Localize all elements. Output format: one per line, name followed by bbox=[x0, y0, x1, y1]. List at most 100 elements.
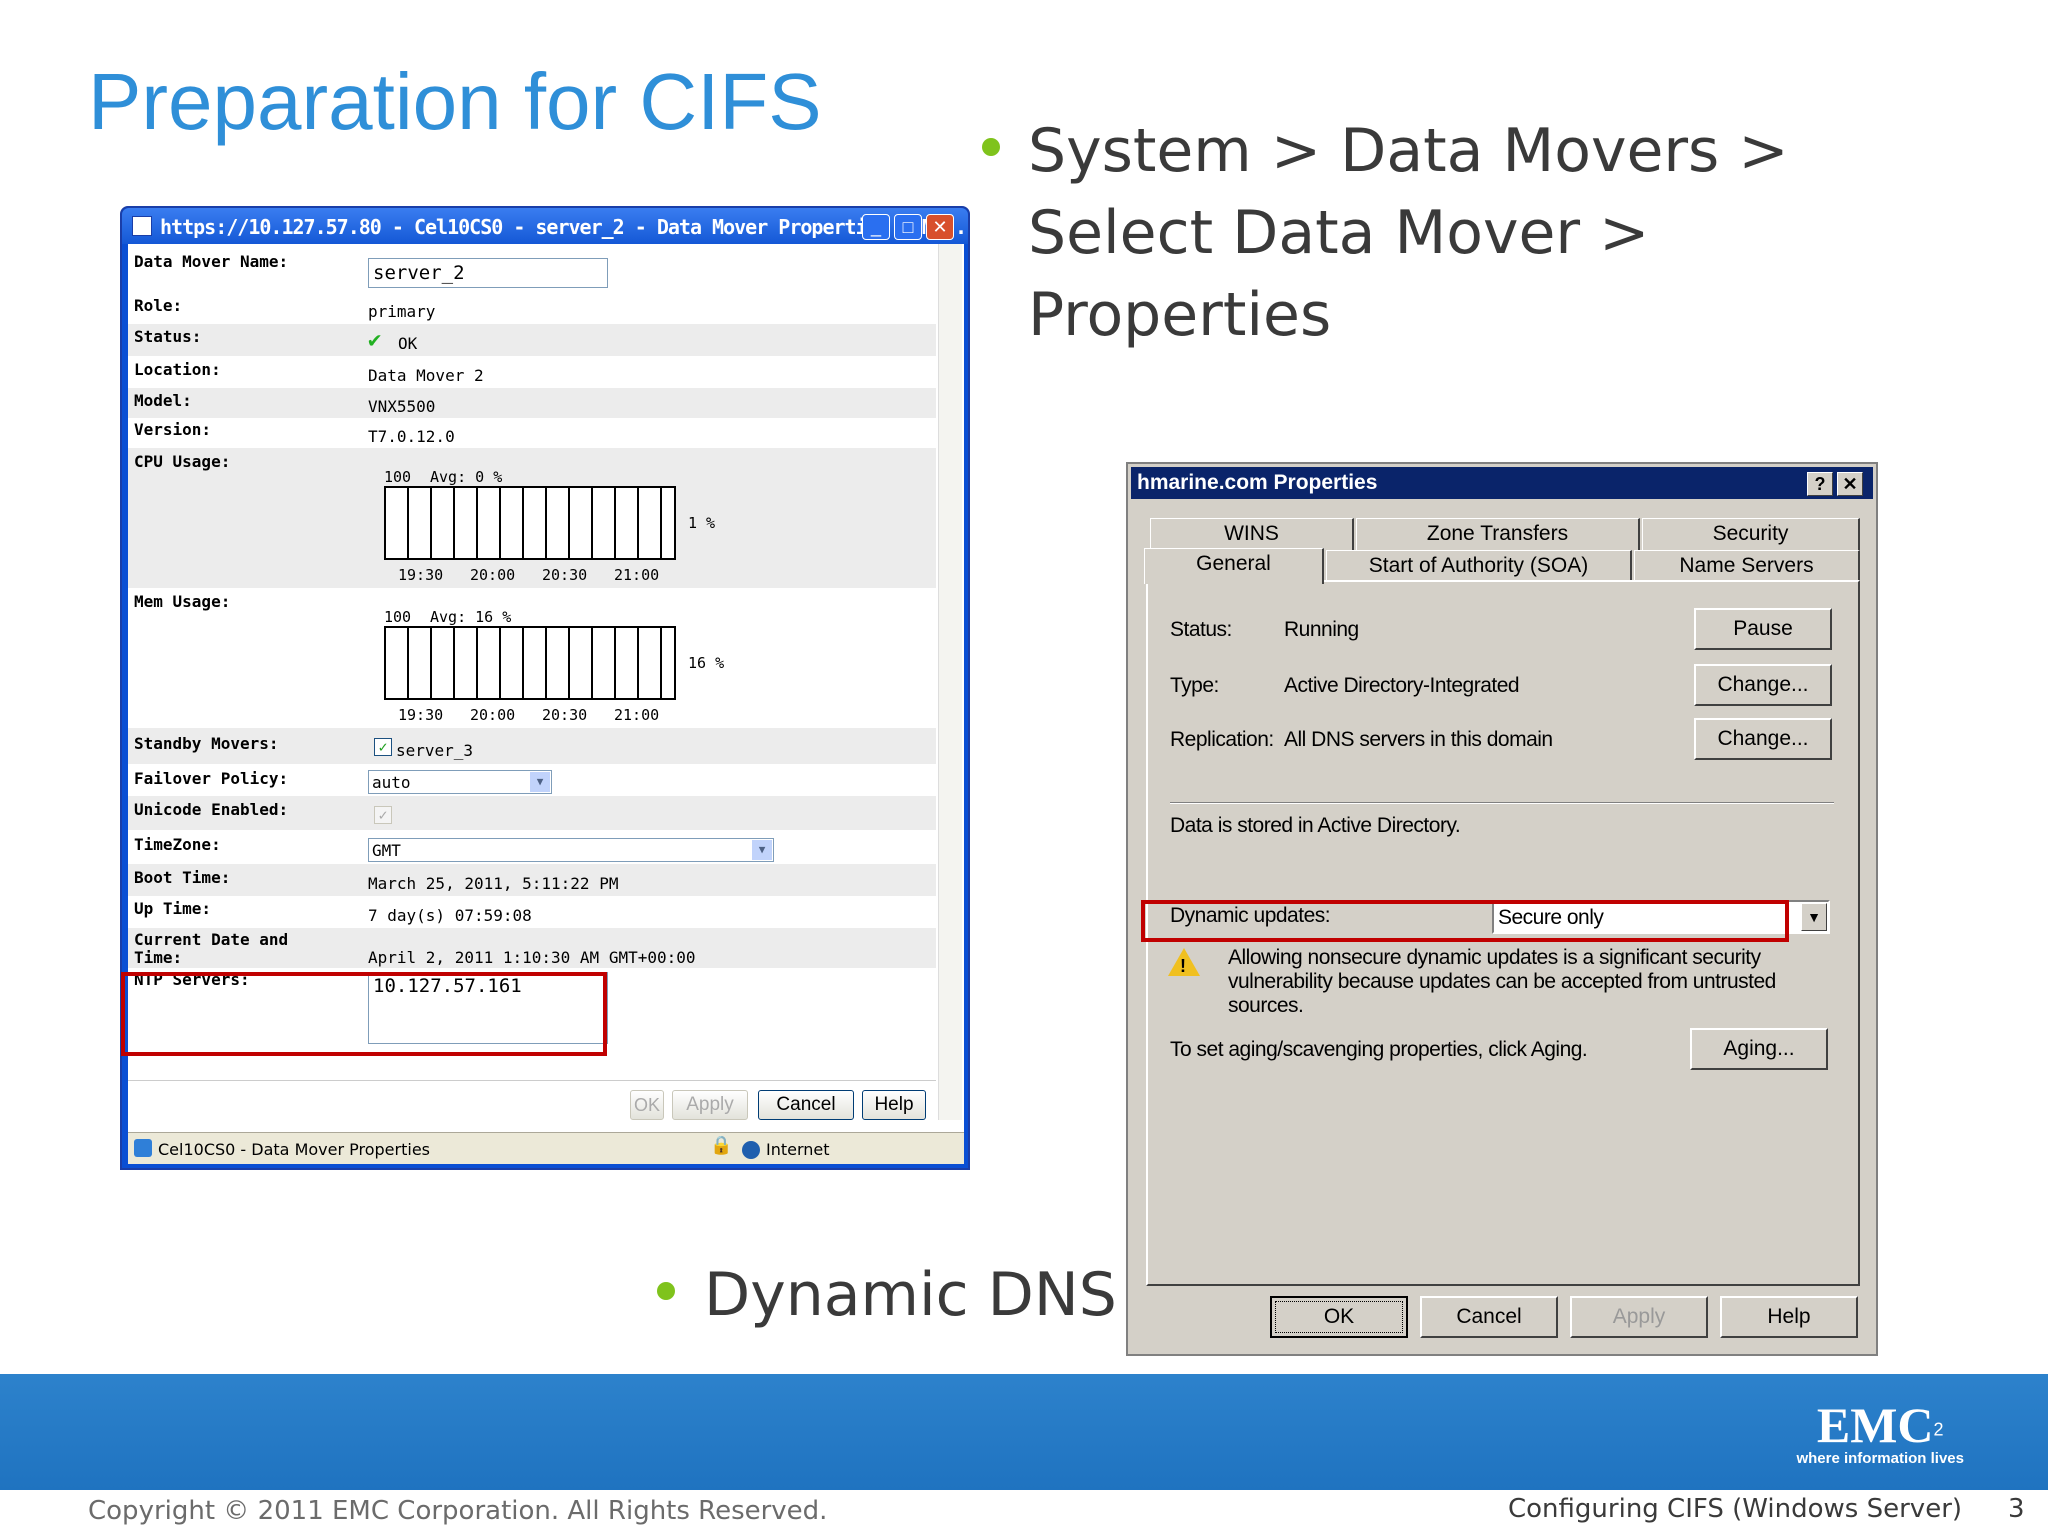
chevron-down-icon[interactable]: ▼ bbox=[1801, 903, 1827, 931]
footer-band: EMC2 where information lives bbox=[0, 1374, 2048, 1490]
aging-instructions: To set aging/scavenging properties, clic… bbox=[1170, 1038, 1588, 1061]
apply-button[interactable]: Apply bbox=[1570, 1296, 1708, 1338]
tab-name-servers[interactable]: Name Servers bbox=[1634, 550, 1860, 582]
label-location: Location: bbox=[134, 360, 221, 379]
label-timezone: TimeZone: bbox=[134, 835, 221, 854]
dialog-title: hmarine.com Properties bbox=[1137, 471, 1378, 494]
ok-button[interactable]: OK bbox=[1270, 1296, 1408, 1338]
mem-chart-time: 20:30 bbox=[542, 706, 588, 724]
chevron-down-icon[interactable]: ▼ bbox=[752, 840, 772, 860]
cpu-chart-avg: Avg: 0 % bbox=[430, 468, 503, 486]
mem-chart-time: 19:30 bbox=[398, 706, 444, 724]
logo-text: EMC bbox=[1816, 1397, 1934, 1453]
aging-button[interactable]: Aging... bbox=[1690, 1028, 1828, 1070]
maximize-icon[interactable]: □ bbox=[894, 214, 922, 240]
ie-page-icon bbox=[132, 216, 152, 236]
mem-chart-time: 21:00 bbox=[614, 706, 660, 724]
type-label: Type: bbox=[1170, 674, 1219, 697]
replication-label: Replication: bbox=[1170, 728, 1274, 751]
close-icon[interactable]: ✕ bbox=[1837, 472, 1863, 496]
window-title: https://10.127.57.80 - Cel10CS0 - server… bbox=[160, 215, 967, 239]
replication-value: All DNS servers in this domain bbox=[1284, 728, 1553, 751]
unicode-checkbox[interactable]: ✓ bbox=[374, 806, 392, 824]
help-button[interactable]: Help bbox=[862, 1090, 926, 1120]
tab-start-of-authority[interactable]: Start of Authority (SOA) bbox=[1326, 550, 1632, 582]
standby-checkbox[interactable]: ✓ bbox=[374, 738, 392, 756]
value-location: Data Mover 2 bbox=[368, 366, 484, 385]
tab-wins[interactable]: WINS bbox=[1150, 518, 1354, 550]
vertical-scrollbar[interactable] bbox=[938, 244, 962, 1120]
label-boot-time: Boot Time: bbox=[134, 868, 231, 887]
cpu-usage-chart bbox=[384, 486, 676, 560]
pause-button[interactable]: Pause bbox=[1694, 608, 1832, 650]
mem-usage-chart bbox=[384, 626, 676, 700]
row-name: Data Mover Name: server_2 bbox=[128, 244, 936, 288]
cpu-chart-current: 1 % bbox=[688, 514, 716, 532]
row-failover-policy: Failover Policy: auto ▼ bbox=[128, 764, 936, 796]
page-icon bbox=[134, 1139, 152, 1157]
ok-button[interactable]: OK bbox=[630, 1090, 664, 1120]
tab-general[interactable]: General bbox=[1144, 548, 1324, 584]
value-version: T7.0.12.0 bbox=[368, 427, 455, 446]
label-role: Role: bbox=[134, 296, 183, 315]
cpu-chart-time: 20:30 bbox=[542, 566, 588, 584]
bullet-dynamic-dns: Dynamic DNS bbox=[704, 1260, 1117, 1330]
warning-icon-mark: ! bbox=[1180, 956, 1186, 976]
emc-logo: EMC2 where information lives bbox=[1796, 1396, 1964, 1467]
bullet-line-1: System > Data Movers > bbox=[1028, 116, 1789, 186]
value-status: OK bbox=[398, 334, 418, 353]
tab-security[interactable]: Security bbox=[1642, 518, 1860, 550]
timezone-value: GMT bbox=[372, 841, 401, 860]
failover-policy-select[interactable]: auto ▼ bbox=[368, 770, 552, 794]
apply-button[interactable]: Apply bbox=[672, 1090, 748, 1120]
timezone-select[interactable]: GMT ▼ bbox=[368, 838, 774, 862]
lock-icon: 🔒 bbox=[710, 1135, 733, 1156]
data-mover-name-input[interactable]: server_2 bbox=[368, 258, 608, 288]
value-boot-time: March 25, 2011, 5:11:22 PM bbox=[368, 874, 619, 893]
change-type-button[interactable]: Change... bbox=[1694, 664, 1832, 706]
cpu-chart-time: 20:00 bbox=[470, 566, 516, 584]
ntp-highlight-box bbox=[121, 972, 607, 1056]
cancel-button[interactable]: Cancel bbox=[758, 1090, 854, 1120]
cancel-button[interactable]: Cancel bbox=[1420, 1296, 1558, 1338]
label-up-time: Up Time: bbox=[134, 899, 212, 918]
dialog-title-bar[interactable]: hmarine.com Properties ? ✕ bbox=[1131, 467, 1873, 499]
row-boot-time: Boot Time: March 25, 2011, 5:11:22 PM bbox=[128, 864, 936, 896]
label-status: Status: bbox=[134, 327, 202, 346]
row-timezone: TimeZone: GMT ▼ bbox=[128, 830, 936, 864]
storage-note: Data is stored in Active Directory. bbox=[1170, 814, 1461, 837]
row-version: Version: T7.0.12.0 bbox=[128, 418, 936, 448]
bullet-dot bbox=[982, 138, 1000, 156]
cpu-chart-max: 100 bbox=[384, 468, 412, 486]
minimize-icon[interactable]: _ bbox=[862, 214, 890, 240]
tab-zone-transfers[interactable]: Zone Transfers bbox=[1356, 518, 1640, 550]
status-value: Running bbox=[1284, 618, 1359, 641]
bullet-dot bbox=[657, 1282, 675, 1300]
logo-superscript: 2 bbox=[1933, 1419, 1944, 1440]
page-number: 3 bbox=[2008, 1494, 2025, 1524]
mem-chart-max: 100 bbox=[384, 608, 412, 626]
value-model: VNX5500 bbox=[368, 397, 436, 416]
mem-chart-avg: Avg: 16 % bbox=[430, 608, 512, 626]
security-zone: Internet bbox=[766, 1140, 830, 1159]
label-current-date: Current Date and bbox=[134, 930, 289, 949]
value-current-date: April 2, 2011 1:10:30 AM GMT+00:00 bbox=[368, 948, 696, 967]
warning-text-line-2: vulnerability because updates can be acc… bbox=[1228, 970, 1776, 993]
chevron-down-icon[interactable]: ▼ bbox=[530, 772, 550, 792]
window-title-bar[interactable]: https://10.127.57.80 - Cel10CS0 - server… bbox=[122, 208, 968, 244]
change-replication-button[interactable]: Change... bbox=[1694, 718, 1832, 760]
help-button[interactable]: Help bbox=[1720, 1296, 1858, 1338]
logo-tagline: where information lives bbox=[1796, 1450, 1964, 1467]
button-divider bbox=[128, 1080, 936, 1081]
close-icon[interactable]: ✕ bbox=[926, 214, 954, 240]
status-bar: Cel10CS0 - Data Mover Properties 🔒 Inter… bbox=[128, 1132, 964, 1164]
value-role: primary bbox=[368, 302, 436, 321]
footer-subject: Configuring CIFS (Windows Server) bbox=[1508, 1494, 1963, 1524]
row-location: Location: Data Mover 2 bbox=[128, 356, 936, 388]
status-bar-text: Cel10CS0 - Data Mover Properties bbox=[158, 1140, 430, 1159]
status-label: Status: bbox=[1170, 618, 1232, 641]
cpu-chart-time: 21:00 bbox=[614, 566, 660, 584]
label-model: Model: bbox=[134, 391, 192, 410]
help-icon[interactable]: ? bbox=[1807, 472, 1833, 496]
dynamic-updates-highlight-box bbox=[1141, 900, 1789, 942]
